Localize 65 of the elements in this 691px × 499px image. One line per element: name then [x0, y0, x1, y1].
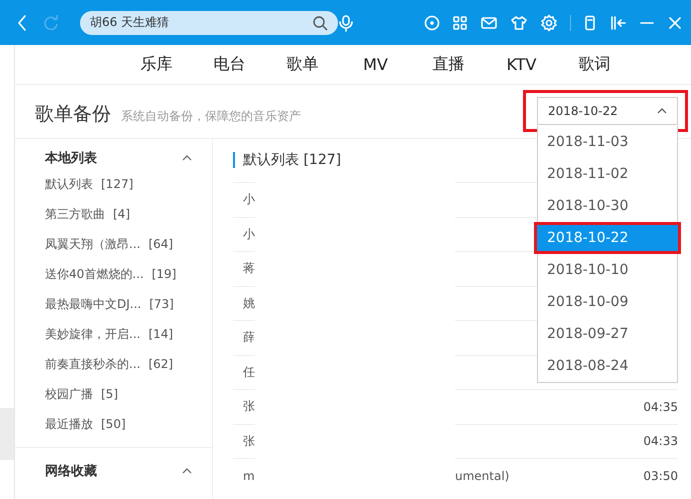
- section-title: 本地列表: [45, 150, 98, 167]
- nav-tab[interactable]: MV: [339, 55, 412, 74]
- grid-icon[interactable]: [452, 14, 468, 30]
- chevron-icon[interactable]: [182, 467, 192, 475]
- playlist-name[interactable]: 美妙旋律，开启...: [45, 326, 140, 342]
- phone-icon[interactable]: [583, 14, 597, 30]
- mail-icon[interactable]: [480, 14, 498, 30]
- chevron-icon[interactable]: [182, 154, 192, 162]
- song-cell: 小: [243, 191, 255, 208]
- song-cell: 小: [243, 226, 255, 243]
- nav-tab[interactable]: KTV: [485, 55, 558, 74]
- nav-tab[interactable]: 乐库: [120, 54, 193, 75]
- mini-mode-icon[interactable]: [609, 14, 627, 30]
- date-option[interactable]: 2018-11-03: [534, 126, 681, 158]
- settings-icon[interactable]: [540, 14, 558, 32]
- microphone-icon[interactable]: [338, 14, 354, 32]
- nav-tab[interactable]: 歌单: [266, 54, 339, 75]
- nav-tab[interactable]: 直播: [412, 54, 485, 75]
- playlist-name[interactable]: 第三方歌曲: [45, 206, 105, 222]
- song-cell: 张: [243, 432, 255, 450]
- duration: 03:50: [643, 468, 678, 483]
- close-icon[interactable]: [667, 14, 683, 30]
- page-subtitle: 系统自动备份，保障您的音乐资产: [121, 108, 301, 125]
- track-count: [50]: [101, 417, 126, 431]
- track-count: [62]: [148, 357, 174, 371]
- track-count: [127]: [101, 177, 134, 191]
- search-field[interactable]: 胡66 天生难猜: [80, 10, 338, 34]
- section-title: 网络收藏: [45, 463, 98, 480]
- playlist-name[interactable]: 前奏直接秒杀的...: [45, 356, 140, 372]
- back-icon[interactable]: [16, 14, 28, 32]
- date-option[interactable]: 2018-09-27: [534, 318, 681, 350]
- song-cell: 姚: [243, 294, 255, 312]
- playlist-name[interactable]: 最热最嗨中文DJ...: [45, 296, 142, 312]
- duration: 04:35: [643, 400, 678, 414]
- song-cell: 张: [243, 398, 255, 416]
- track-count: [19]: [152, 267, 176, 281]
- track-count: [73]: [149, 297, 174, 311]
- date-option[interactable]: 2018-10-30: [534, 190, 681, 222]
- playlist-name[interactable]: 默认列表: [45, 176, 93, 192]
- playlist-name[interactable]: 校园广播: [45, 386, 93, 402]
- playlist-name[interactable]: 最近播放: [45, 416, 93, 432]
- track-count: [64]: [148, 237, 174, 251]
- disc-icon[interactable]: [424, 14, 440, 30]
- song-cell: 薛: [243, 329, 255, 346]
- playlist-name[interactable]: 凤翼天翔（激昂...: [45, 236, 140, 252]
- shirt-icon[interactable]: [510, 14, 528, 30]
- scroll-thumb[interactable]: [0, 408, 14, 460]
- date-option[interactable]: 2018-10-09: [534, 286, 681, 318]
- track-count: [14]: [148, 327, 174, 341]
- track-count: [5]: [101, 387, 118, 401]
- track-count: [4]: [113, 207, 130, 221]
- song-cell: 任: [243, 364, 255, 381]
- song-cell: m: [243, 468, 255, 483]
- list-title: 默认列表 [127]: [233, 152, 342, 168]
- page-title: 歌单备份: [35, 102, 111, 127]
- date-option[interactable]: 2018-10-10: [534, 254, 681, 286]
- date-option[interactable]: 2018-11-02: [534, 158, 681, 190]
- nav-tab[interactable]: 电台: [193, 54, 266, 75]
- duration: 04:33: [643, 434, 678, 448]
- nav-tab[interactable]: 歌词: [558, 54, 631, 75]
- song-cell: umental): [455, 468, 510, 483]
- date-select[interactable]: 2018-10-22: [537, 97, 678, 125]
- date-option[interactable]: 2018-08-24: [534, 350, 681, 382]
- song-cell: 蒋: [243, 260, 255, 278]
- playlist-name[interactable]: 送你40首燃烧的...: [45, 266, 144, 282]
